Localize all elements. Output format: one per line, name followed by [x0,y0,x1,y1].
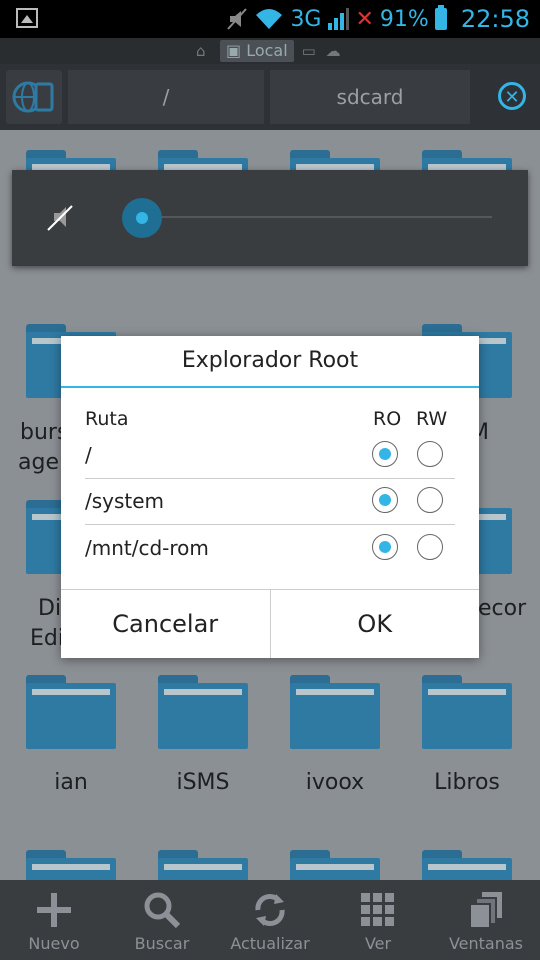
new-button[interactable]: Nuevo [0,880,108,960]
wifi-icon [256,9,283,29]
view-button[interactable]: Ver [324,880,432,960]
windows-button[interactable]: Ventanas [432,880,540,960]
folder-icon[interactable] [26,675,116,749]
windows-label: Ventanas [448,934,524,953]
view-label: Ver [364,934,392,953]
dialog-buttons: Cancelar OK [61,589,479,658]
volume-slider-track[interactable] [162,216,492,218]
folder-label: Libros [434,770,500,795]
dialog-column-headers: Ruta RO RW [85,408,455,432]
rw-radio[interactable] [417,441,443,467]
new-label: Nuevo [28,934,80,953]
battery-icon [434,5,447,30]
mount-row: /system [85,479,455,525]
mount-row: /mnt/cd-rom [85,526,455,572]
globe-device-icon [12,81,54,113]
folder-label: iSMS [176,770,230,795]
search-button[interactable]: Buscar [108,880,216,960]
folder-icon[interactable] [158,675,248,749]
grid-icon [361,893,394,926]
speaker-muted-icon[interactable] [46,202,76,232]
breadcrumb-sdcard[interactable]: sdcard [270,70,470,124]
rw-radio[interactable] [417,487,443,513]
status-bar: 3G ✕ 91% 22:58 [0,0,540,38]
mount-path: /mnt/cd-rom [85,536,209,560]
folder-icon[interactable] [422,675,512,749]
tab-local[interactable]: ▣ Local [220,40,294,62]
network-drive-icon[interactable]: ▭ [302,43,318,59]
plus-icon [37,893,71,927]
network-type: 3G [290,6,322,32]
storage-selector-button[interactable] [6,70,62,124]
refresh-button[interactable]: Actualizar [216,880,324,960]
folder-label: ecor [478,596,527,621]
volume-slider-thumb[interactable] [122,198,162,238]
battery-percent: 91% [379,6,429,32]
folder-label: ian [54,770,88,795]
dialog-title: Explorador Root [61,336,479,388]
bottom-toolbar: Nuevo Buscar Actualizar Ver Ventanas [0,880,540,960]
clock: 22:58 [460,5,530,33]
column-ro: RO [373,408,402,430]
mute-icon [227,8,248,30]
cancel-button[interactable]: Cancelar [61,590,270,658]
search-icon [144,892,181,929]
mount-path: /system [85,489,165,513]
breadcrumb-root[interactable]: / [68,70,264,124]
column-rw: RW [416,408,448,430]
close-path-button[interactable]: ✕ [498,82,526,110]
volume-panel [12,170,528,266]
no-sim-icon: ✕ [355,6,374,32]
search-label: Buscar [134,934,190,953]
ro-radio[interactable] [372,441,398,467]
storage-bar: ⌂ ▣ Local ▭ ☁ [0,38,540,64]
path-bar: / sdcard ✕ [0,64,540,130]
cloud-icon[interactable]: ☁ [326,43,342,59]
refresh-label: Actualizar [230,934,310,953]
root-explorer-dialog: Explorador Root Ruta RO RW / /system /mn… [61,336,479,658]
signal-icon [328,8,350,30]
mount-path: / [85,443,92,467]
home-icon[interactable]: ⌂ [196,43,212,59]
refresh-icon [255,894,285,926]
ro-radio[interactable] [372,487,398,513]
folder-label: ivoox [305,770,365,795]
windows-icon [469,892,502,929]
rw-radio[interactable] [417,534,443,560]
ok-button[interactable]: OK [269,590,480,658]
mount-row: / [85,433,455,479]
ro-radio[interactable] [372,534,398,560]
column-path: Ruta [85,408,129,430]
gallery-notification-icon [16,8,38,28]
status-icons: 3G ✕ 91% 22:58 [226,4,530,34]
folder-icon[interactable] [290,675,380,749]
tab-local-label: Local [246,41,288,60]
